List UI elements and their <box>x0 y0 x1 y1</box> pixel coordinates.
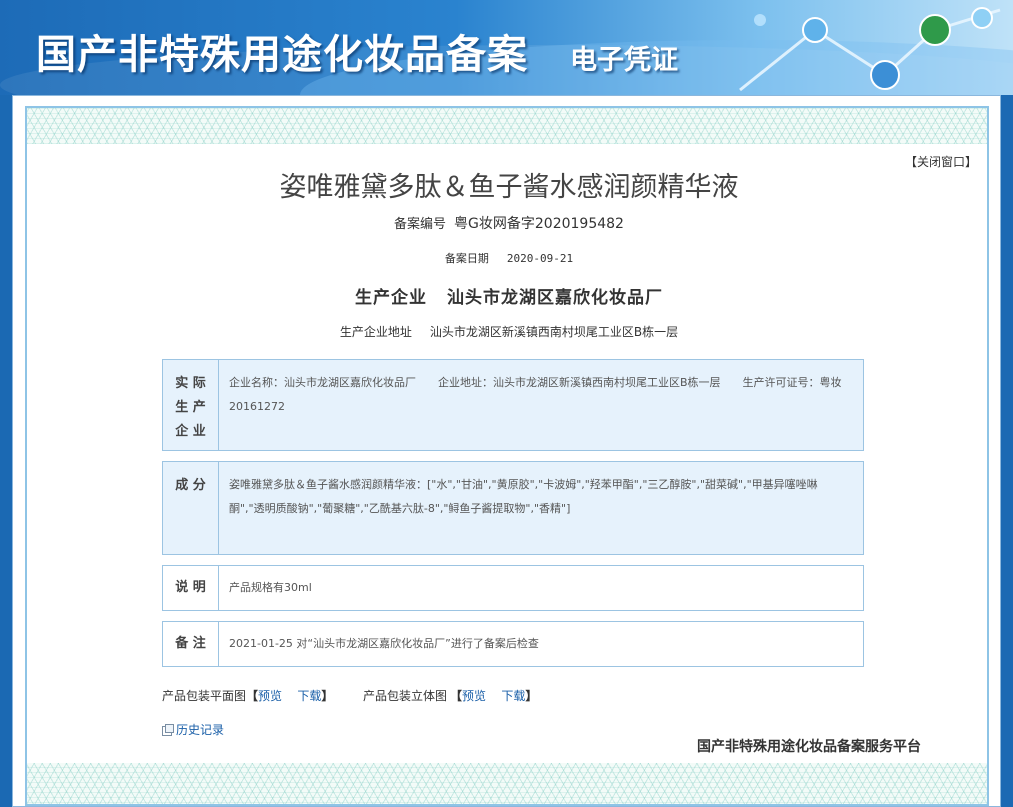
remarks-label: 备 注 <box>163 622 219 666</box>
certificate-frame: 【关闭窗口】 姿唯雅黛多肽＆鱼子酱水感润颜精华液 备案编号 粤G妆网备字20201… <box>12 95 1001 807</box>
platform-name: 国产非特殊用途化妆品备案服务平台 <box>697 739 921 755</box>
flat-preview-link[interactable]: 预览 <box>258 689 282 703</box>
label-line: 生 产 <box>175 400 206 415</box>
registration-date-row: 备案日期 2020-09-21 <box>27 250 987 266</box>
registration-number-row: 备案编号 粤G妆网备字2020195482 <box>27 213 987 233</box>
solid-download-link[interactable]: 下载 <box>501 689 525 703</box>
molecule-decoration-icon <box>739 7 1001 92</box>
ingredients-label: 成 分 <box>163 462 219 554</box>
bracket: 】 <box>321 689 334 703</box>
certificate-body: 【关闭窗口】 姿唯雅黛多肽＆鱼子酱水感润颜精华液 备案编号 粤G妆网备字20201… <box>25 106 989 806</box>
registration-number-value: 粤G妆网备字2020195482 <box>454 216 624 232</box>
bracket: 【 <box>246 689 259 703</box>
ingredients-content: 姿唯雅黛多肽＆鱼子酱水感润颜精华液：["水","甘油","黄原胶","卡波姆",… <box>229 478 818 515</box>
actual-manufacturer-label: 实 际 生 产 企 业 <box>163 360 219 450</box>
ingredients-box: 成 分 姿唯雅黛多肽＆鱼子酱水感润颜精华液：["水","甘油","黄原胶","卡… <box>162 461 864 555</box>
manufacturer-label: 生产企业 <box>355 288 427 308</box>
actual-manufacturer-box: 实 际 生 产 企 业 企业名称：汕头市龙湖区嘉欣化妆品厂 企业地址：汕头市龙湖区… <box>162 359 864 451</box>
remarks-content: 2021-01-25 对“汕头市龙湖区嘉欣化妆品厂”进行了备案后检查 <box>229 637 539 650</box>
guilloche-border-bottom <box>27 763 987 804</box>
banner-subtitle: 电子凭证 <box>570 45 678 76</box>
history-link[interactable]: 历史记录 <box>162 721 224 738</box>
label-line: 实 际 <box>175 376 206 391</box>
description-content: 产品规格有30ml <box>229 581 312 594</box>
history-link-label[interactable]: 历史记录 <box>176 723 224 737</box>
flat-package-label: 产品包装平面图 <box>162 689 247 703</box>
manufacturer-value: 汕头市龙湖区嘉欣化妆品厂 <box>447 288 663 308</box>
company-name: 企业名称：汕头市龙湖区嘉欣化妆品厂 <box>229 376 416 389</box>
banner-title: 国产非特殊用途化妆品备案 <box>36 31 528 78</box>
manufacturer-address-label: 生产企业地址 <box>339 325 412 339</box>
packaging-row: 产品包装平面图【预览 下载】 产品包装立体图 【预览 下载】 <box>162 687 537 704</box>
company-address: 企业地址：汕头市龙湖区新溪镇西南村坝尾工业区B栋一层 <box>438 376 721 389</box>
bracket: 【 <box>450 689 463 703</box>
product-name: 姿唯雅黛多肽＆鱼子酱水感润颜精华液 <box>279 172 739 203</box>
description-label: 说 明 <box>163 566 219 610</box>
description-box: 说 明 产品规格有30ml <box>162 565 864 611</box>
remarks-box: 备 注 2021-01-25 对“汕头市龙湖区嘉欣化妆品厂”进行了备案后检查 <box>162 621 864 667</box>
manufacturer-row: 生产企业 汕头市龙湖区嘉欣化妆品厂 <box>27 283 987 308</box>
history-icon <box>162 724 174 736</box>
manufacturer-address-row: 生产企业地址 汕头市龙湖区新溪镇西南村坝尾工业区B栋一层 <box>27 323 987 340</box>
flat-download-link[interactable]: 下载 <box>297 689 321 703</box>
label-line: 企 业 <box>175 424 206 439</box>
registration-date-label: 备案日期 <box>444 252 489 265</box>
solid-package-label: 产品包装立体图 <box>363 689 448 703</box>
registration-date-value: 2020-09-21 <box>506 252 574 265</box>
manufacturer-address-value: 汕头市龙湖区新溪镇西南村坝尾工业区B栋一层 <box>429 325 679 339</box>
solid-preview-link[interactable]: 预览 <box>462 689 486 703</box>
guilloche-border-top <box>27 108 987 144</box>
registration-number-label: 备案编号 <box>394 217 447 232</box>
actual-manufacturer-content: 企业名称：汕头市龙湖区嘉欣化妆品厂 企业地址：汕头市龙湖区新溪镇西南村坝尾工业区B… <box>229 371 853 419</box>
bracket: 】 <box>525 689 538 703</box>
header-banner: 国产非特殊用途化妆品备案 电子凭证 <box>0 0 1013 95</box>
